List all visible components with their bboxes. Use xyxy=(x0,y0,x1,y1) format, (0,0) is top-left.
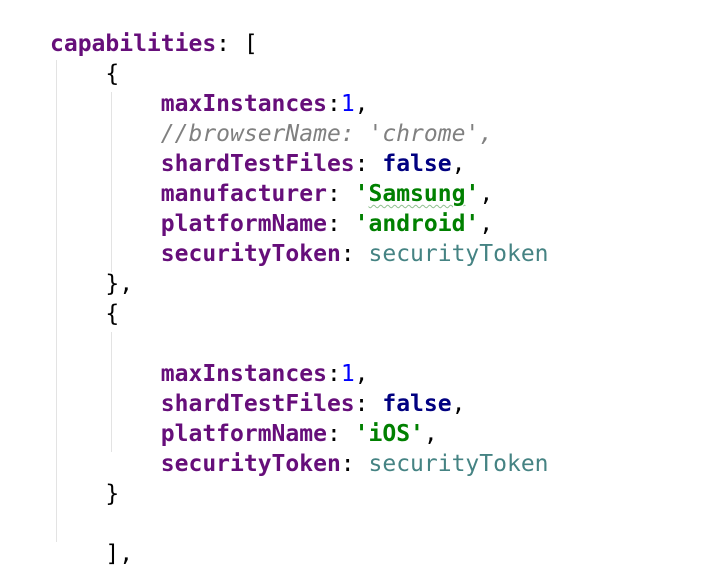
code-token: : xyxy=(354,391,383,417)
code-token: , xyxy=(479,211,494,237)
code-line[interactable]: capabilities: [ xyxy=(50,29,258,59)
code-token: false xyxy=(382,151,452,177)
code-token: : xyxy=(326,211,355,237)
code-line[interactable]: shardTestFiles: false, xyxy=(50,389,466,419)
code-line[interactable]: maxInstances:1, xyxy=(50,89,369,119)
code-token: : [ xyxy=(216,31,258,57)
code-token: platformName xyxy=(160,211,327,237)
code-token: }, xyxy=(50,271,134,297)
code-token: { xyxy=(50,61,120,87)
code-line[interactable]: securityToken: securityToken xyxy=(50,239,549,269)
code-token: , xyxy=(423,421,438,447)
code-line[interactable]: }, xyxy=(50,269,133,299)
code-line[interactable]: } xyxy=(50,479,119,509)
code-token: ' xyxy=(465,181,480,207)
code-token: maxInstances xyxy=(160,91,327,117)
code-token: securityToken xyxy=(368,451,549,477)
code-line[interactable]: platformName: 'iOS', xyxy=(50,419,438,449)
code-token: : xyxy=(354,151,383,177)
code-line[interactable]: { xyxy=(50,299,119,329)
code-token: 'iOS' xyxy=(354,421,424,447)
code-line[interactable]: maxInstances:1, xyxy=(50,359,369,389)
code-token: : xyxy=(340,241,369,267)
code-token: platformName xyxy=(160,421,327,447)
code-line[interactable]: shardTestFiles: false, xyxy=(50,149,466,179)
code-token: maxInstances xyxy=(160,361,327,387)
code-token: : xyxy=(326,91,341,117)
code-token: false xyxy=(382,391,452,417)
code-token: capabilities xyxy=(50,31,217,57)
code-token: shardTestFiles xyxy=(160,391,355,417)
code-token: 'android' xyxy=(354,211,480,237)
code-token: ], xyxy=(50,541,134,567)
code-token: //browserName: 'chrome', xyxy=(160,121,494,147)
code-line[interactable]: securityToken: securityToken xyxy=(50,449,549,479)
code-token: : xyxy=(326,181,355,207)
code-token: : xyxy=(340,451,369,477)
code-token: , xyxy=(479,181,494,207)
code-token: , xyxy=(354,91,369,117)
code-line[interactable]: platformName: 'android', xyxy=(50,209,493,239)
code-token: securityToken xyxy=(160,451,341,477)
code-token: { xyxy=(50,301,120,327)
code-token: manufacturer xyxy=(160,181,327,207)
code-editor[interactable]: capabilities: [ { maxInstances:1, //brow… xyxy=(0,0,728,567)
code-token: Samsung xyxy=(368,181,466,207)
code-token: : xyxy=(326,421,355,447)
code-token: , xyxy=(354,361,369,387)
code-line[interactable]: //browserName: 'chrome', xyxy=(50,119,493,149)
code-token: shardTestFiles xyxy=(160,151,355,177)
code-token: : xyxy=(326,361,341,387)
code-line[interactable]: { xyxy=(50,59,119,89)
code-line[interactable]: manufacturer: 'Samsung', xyxy=(50,179,493,209)
code-token: } xyxy=(50,481,120,507)
code-line[interactable]: ], xyxy=(50,539,133,569)
code-token: ' xyxy=(354,181,369,207)
code-token: , xyxy=(451,151,466,177)
code-token: 1 xyxy=(340,361,355,387)
code-token: , xyxy=(451,391,466,417)
code-token: 1 xyxy=(340,91,355,117)
code-token: securityToken xyxy=(368,241,549,267)
code-token: securityToken xyxy=(160,241,341,267)
